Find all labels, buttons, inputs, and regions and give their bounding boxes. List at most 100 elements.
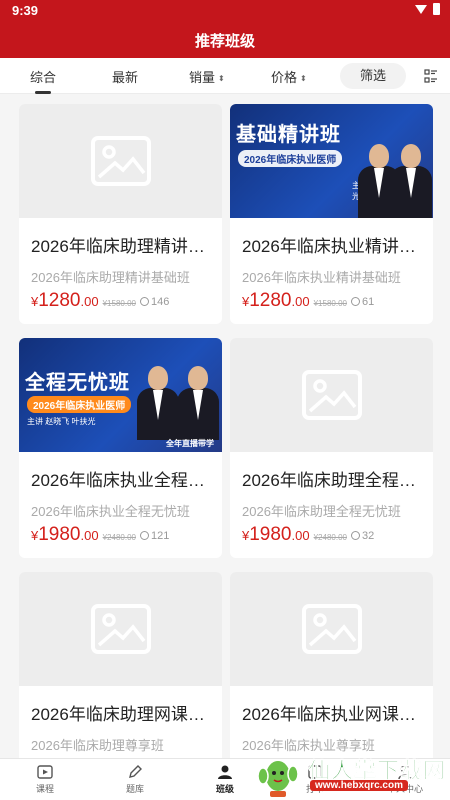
image-placeholder-icon (90, 604, 151, 654)
banner-subtitle: 2026年临床执业医师 (238, 150, 343, 167)
learner-count: 121 (139, 529, 170, 542)
course-thumbnail (230, 338, 433, 452)
nav-item-label: 班级 (215, 784, 234, 794)
filter-button[interactable]: 筛选 (340, 63, 406, 89)
nav-item-courses[interactable]: 课程 (20, 763, 70, 795)
image-placeholder-icon (301, 604, 362, 654)
app-header: 9:39 推荐班级 (0, 0, 450, 58)
banner-title: 基础精讲班 (236, 124, 341, 146)
price-integer: 1280 (249, 290, 292, 311)
course-title: 2026年临床助理网课尊享班 (31, 705, 211, 724)
filter-tab-sales[interactable]: 销量 ⬍ (189, 67, 225, 86)
learner-count: 146 (139, 295, 170, 308)
course-card[interactable]: 基础精讲班 2026年临床执业医师 主讲老师 赵晓飞 叶扶光 2026年临床执业… (230, 104, 433, 324)
battery-icon (433, 3, 440, 15)
image-placeholder-icon (301, 370, 362, 420)
course-card[interactable]: 全程无忧班 2026年临床执业医师 主讲 赵晓飞 叶扶光 全年直播带学 2026… (19, 338, 222, 558)
filter-bar: 综合 最新 销量 ⬍ 价格 ⬍ 筛选 (0, 58, 450, 94)
original-price: ¥2480.00 (102, 533, 136, 542)
filter-tab-newest[interactable]: 最新 (112, 67, 138, 86)
learner-count-value: 121 (150, 529, 170, 542)
people-icon (218, 765, 232, 779)
people-icon (139, 531, 149, 540)
learner-count-value: 61 (361, 295, 375, 308)
banner-teachers: 主讲 赵晓飞 叶扶光 (27, 417, 96, 426)
course-subtitle: 2026年临床助理精讲基础班 (31, 270, 190, 285)
sort-arrows-icon: ⬍ (218, 74, 225, 83)
price-symbol: ¥ (31, 294, 39, 309)
course-banner: 全程无忧班 2026年临床执业医师 主讲 赵晓飞 叶扶光 全年直播带学 (19, 338, 222, 452)
learner-count: 32 (350, 529, 375, 542)
course-title: 2026年临床助理全程无忧班 (242, 471, 422, 490)
original-price: ¥2480.00 (313, 533, 347, 542)
price-decimal: .00 (80, 528, 99, 543)
nav-item-label: 课程 (35, 784, 54, 794)
filter-tab-price[interactable]: 价格 ⬍ (271, 67, 307, 86)
page-title: 推荐班级 (194, 33, 255, 50)
people-icon (139, 297, 149, 306)
original-price: ¥1580.00 (313, 299, 347, 308)
price-row: ¥ 1280 .00 ¥1580.00 146 (31, 290, 169, 312)
course-subtitle: 2026年临床执业全程无忧班 (31, 504, 190, 519)
wifi-icon (415, 4, 427, 14)
banner-footer: 全年直播带学 (166, 439, 214, 448)
filter-tab-label: 价格 (271, 70, 298, 85)
original-price: ¥1580.00 (102, 299, 136, 308)
course-thumbnail (230, 572, 433, 686)
price-row: ¥ 1980 .00 ¥2480.00 121 (31, 524, 169, 546)
course-grid: 2026年临床助理精讲基础班 2026年临床助理精讲基础班 ¥ 1280 .00… (0, 94, 450, 758)
course-card[interactable]: 2026年临床助理网课尊享班 2026年临床助理尊享班 (19, 572, 222, 758)
watermark-url: www.hebxqrc.com (310, 780, 408, 791)
course-banner: 基础精讲班 2026年临床执业医师 主讲老师 赵晓飞 叶扶光 (230, 104, 433, 218)
nav-item-label: 题库 (125, 784, 144, 794)
banner-title: 全程无忧班 (25, 372, 130, 394)
learner-count-value: 146 (150, 295, 170, 308)
filter-tab-label: 销量 (189, 70, 216, 85)
cactus-logo-icon (257, 759, 299, 797)
price-integer: 1280 (38, 290, 81, 311)
sort-arrows-icon: ⬍ (300, 74, 307, 83)
teacher-photo (137, 366, 179, 440)
course-title: 2026年临床执业精讲基础班 (242, 237, 422, 256)
pencil-icon (129, 765, 142, 778)
learner-count: 61 (350, 295, 375, 308)
price-integer: 1980 (249, 524, 292, 545)
nav-item-question-bank[interactable]: 题库 (110, 763, 160, 795)
learner-count-value: 32 (361, 529, 375, 542)
price-decimal: .00 (80, 294, 99, 309)
play-icon (37, 765, 53, 779)
price-symbol: ¥ (242, 294, 250, 309)
teacher-photo (177, 366, 219, 440)
teacher-photo (390, 144, 432, 218)
course-title: 2026年临床助理精讲基础班 (31, 237, 211, 256)
status-icons (415, 3, 440, 15)
image-placeholder-icon (90, 136, 151, 186)
price-decimal: .00 (291, 528, 310, 543)
watermark: 仙人掌下载网 www.hebxqrc.com (250, 750, 450, 800)
course-card[interactable]: 2026年临床执业网课尊享班 2026年临床执业尊享班 (230, 572, 433, 758)
people-icon (350, 297, 360, 306)
course-thumbnail (19, 104, 222, 218)
price-symbol: ¥ (242, 528, 250, 543)
course-subtitle: 2026年临床执业精讲基础班 (242, 270, 401, 285)
course-subtitle: 2026年临床助理全程无忧班 (242, 504, 401, 519)
course-thumbnail (19, 572, 222, 686)
people-icon (350, 531, 360, 540)
filter-tab-label: 综合 (30, 70, 57, 85)
layout-toggle-icon[interactable] (424, 69, 438, 83)
status-time: 9:39 (12, 3, 39, 18)
banner-subtitle: 2026年临床执业医师 (27, 396, 132, 413)
course-card[interactable]: 2026年临床助理精讲基础班 2026年临床助理精讲基础班 ¥ 1280 .00… (19, 104, 222, 324)
price-row: ¥ 1280 .00 ¥1580.00 61 (242, 290, 374, 312)
price-symbol: ¥ (31, 528, 39, 543)
price-decimal: .00 (291, 294, 310, 309)
price-integer: 1980 (38, 524, 81, 545)
course-subtitle: 2026年临床助理尊享班 (31, 738, 164, 753)
nav-item-classes[interactable]: 班级 (200, 763, 250, 795)
course-title: 2026年临床执业网课尊享班 (242, 705, 422, 724)
price-row: ¥ 1980 .00 ¥2480.00 32 (242, 524, 374, 546)
course-card[interactable]: 2026年临床助理全程无忧班 2026年临床助理全程无忧班 ¥ 1980 .00… (230, 338, 433, 558)
filter-tab-comprehensive[interactable]: 综合 (30, 67, 57, 94)
course-title: 2026年临床执业全程无忧班 (31, 471, 211, 490)
filter-tab-label: 最新 (112, 70, 139, 85)
